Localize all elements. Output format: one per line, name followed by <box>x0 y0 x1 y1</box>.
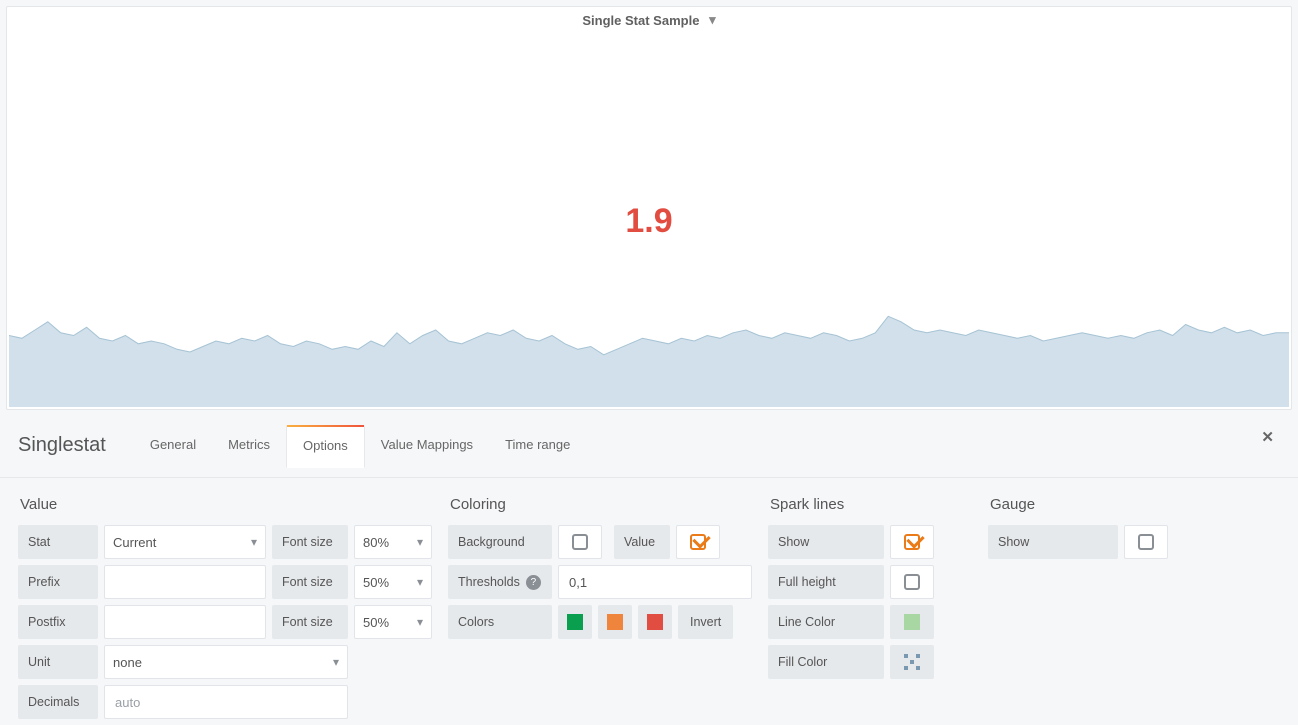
background-checkbox[interactable] <box>558 525 602 559</box>
prefix-input[interactable] <box>104 565 266 599</box>
section-title-gauge: Gauge <box>990 496 1192 513</box>
spark-show-checkbox[interactable] <box>890 525 934 559</box>
postfix-fontsize-label: Font size <box>272 605 348 639</box>
fill-color-label: Fill Color <box>768 645 884 679</box>
chevron-down-icon: ▾ <box>251 535 257 549</box>
stat-fontsize-select[interactable]: 80%▾ <box>354 525 432 559</box>
editor-tabs: GeneralMetricsOptionsValue MappingsTime … <box>134 424 587 467</box>
color-swatch-2[interactable] <box>598 605 632 639</box>
decimals-label: Decimals <box>18 685 98 719</box>
thresholds-input[interactable] <box>558 565 752 599</box>
line-color-picker[interactable] <box>890 605 934 639</box>
editor-header: Singlestat GeneralMetricsOptionsValue Ma… <box>0 410 1298 478</box>
chevron-down-icon: ▾ <box>709 12 716 28</box>
tab-value-mappings[interactable]: Value Mappings <box>365 425 489 468</box>
postfix-label: Postfix <box>18 605 98 639</box>
spark-full-label: Full height <box>768 565 884 599</box>
chevron-down-icon: ▾ <box>333 655 339 669</box>
singlestat-panel: Single Stat Sample ▾ 1.9 <box>6 6 1292 410</box>
panel-title[interactable]: Single Stat Sample ▾ <box>7 7 1291 29</box>
prefix-label: Prefix <box>18 565 98 599</box>
sparkline <box>9 297 1289 407</box>
tab-time-range[interactable]: Time range <box>489 425 586 468</box>
section-title-coloring: Coloring <box>450 496 752 513</box>
prefix-fontsize-select[interactable]: 50%▾ <box>354 565 432 599</box>
gauge-show-label: Show <box>988 525 1118 559</box>
stat-label: Stat <box>18 525 98 559</box>
plugin-name: Singlestat <box>18 434 106 457</box>
chevron-down-icon: ▾ <box>417 535 423 549</box>
unit-select[interactable]: none▾ <box>104 645 348 679</box>
postfix-fontsize-select[interactable]: 50%▾ <box>354 605 432 639</box>
help-icon[interactable]: ? <box>526 575 541 590</box>
gauge-show-checkbox[interactable] <box>1124 525 1168 559</box>
tab-options[interactable]: Options <box>286 425 365 468</box>
background-label: Background <box>448 525 552 559</box>
section-title-value: Value <box>20 496 432 513</box>
postfix-input[interactable] <box>104 605 266 639</box>
tab-metrics[interactable]: Metrics <box>212 425 286 468</box>
colors-label: Colors <box>448 605 552 639</box>
singlestat-value: 1.9 <box>7 202 1291 241</box>
close-icon[interactable]: ✕ <box>1261 428 1274 446</box>
value-color-checkbox[interactable] <box>676 525 720 559</box>
chevron-down-icon: ▾ <box>417 615 423 629</box>
thresholds-label: Thresholds ? <box>448 565 552 599</box>
stat-fontsize-label: Font size <box>272 525 348 559</box>
stat-select[interactable]: Current▾ <box>104 525 266 559</box>
color-swatch-3[interactable] <box>638 605 672 639</box>
unit-label: Unit <box>18 645 98 679</box>
fill-icon <box>904 654 920 670</box>
invert-button[interactable]: Invert <box>678 605 733 639</box>
fill-color-picker[interactable] <box>890 645 934 679</box>
section-title-spark: Spark lines <box>770 496 972 513</box>
decimals-input[interactable] <box>104 685 348 719</box>
color-swatch-1[interactable] <box>558 605 592 639</box>
chevron-down-icon: ▾ <box>417 575 423 589</box>
panel-title-text: Single Stat Sample <box>582 13 699 28</box>
tab-general[interactable]: General <box>134 425 212 468</box>
spark-full-checkbox[interactable] <box>890 565 934 599</box>
line-color-label: Line Color <box>768 605 884 639</box>
prefix-fontsize-label: Font size <box>272 565 348 599</box>
spark-show-label: Show <box>768 525 884 559</box>
value-color-label: Value <box>614 525 670 559</box>
